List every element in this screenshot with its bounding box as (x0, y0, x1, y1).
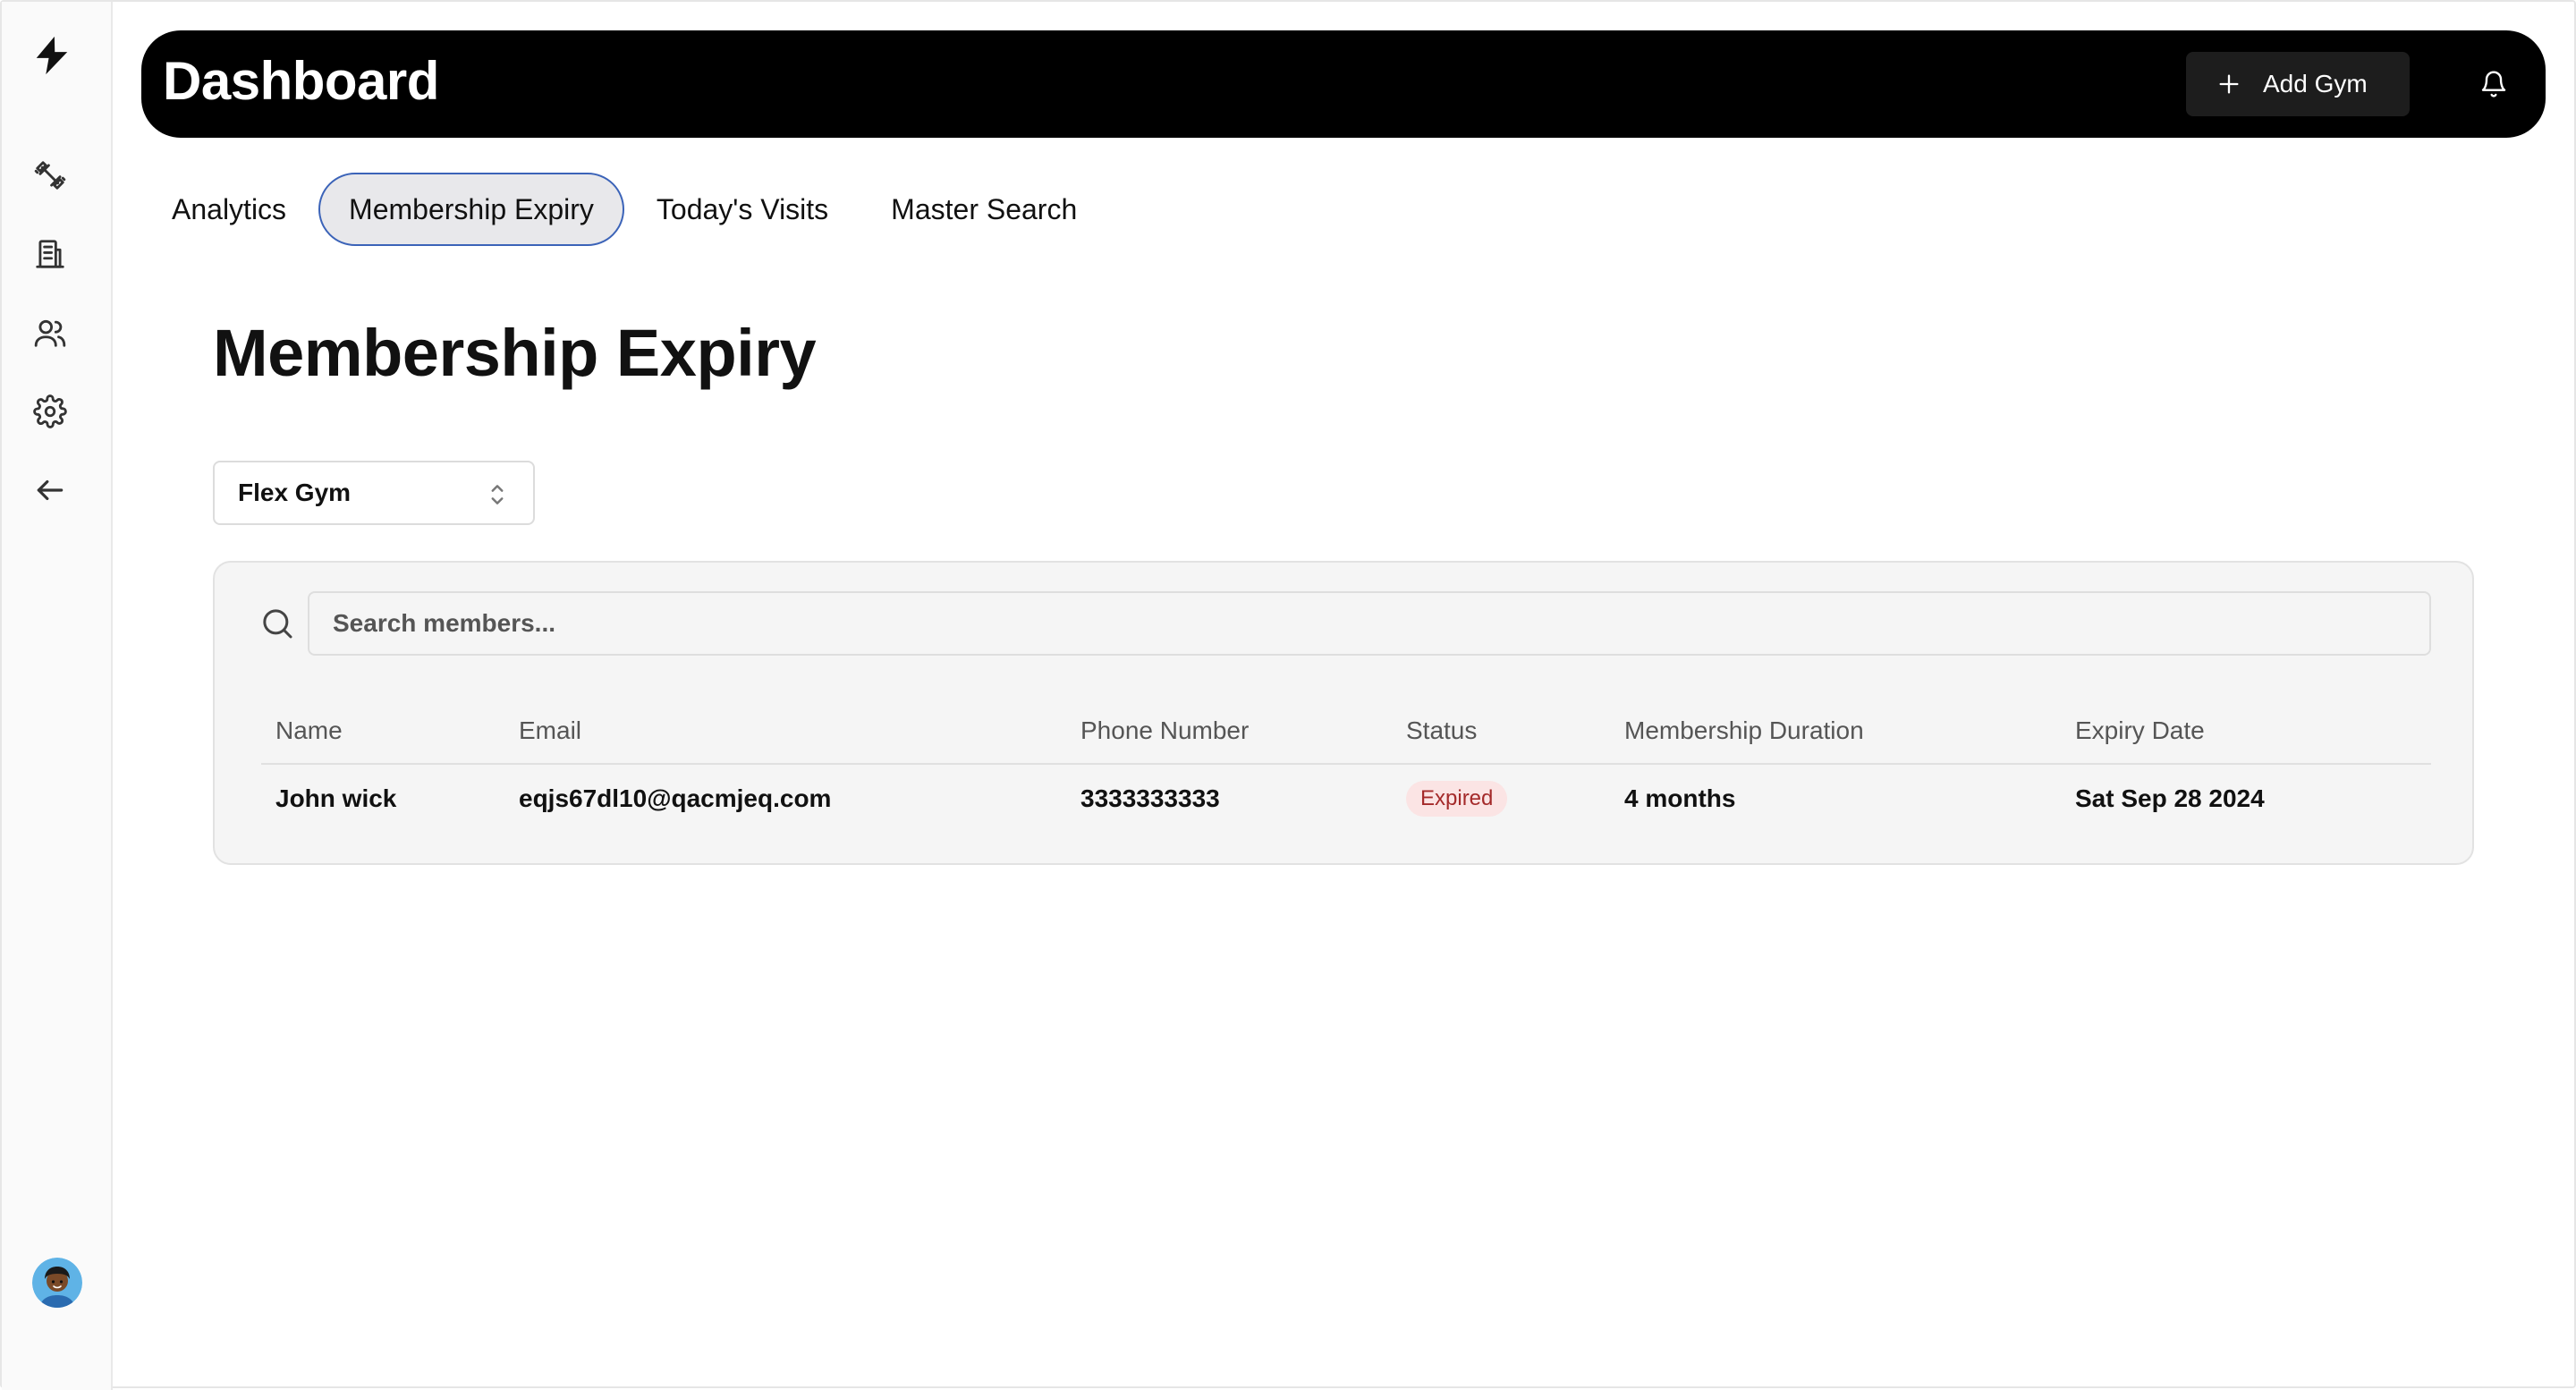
avatar[interactable] (32, 1258, 82, 1308)
cell-name: John wick (275, 784, 397, 812)
plus-icon (2219, 74, 2239, 94)
cell-duration: 4 months (1624, 784, 1736, 812)
cell-expiry: Sat Sep 28 2024 (2075, 784, 2265, 812)
column-header-phone[interactable]: Phone Number (1080, 697, 1249, 765)
tab-bar: Analytics Membership Expiry Today's Visi… (141, 172, 1109, 247)
arrow-left-icon[interactable] (29, 469, 72, 512)
table-header: Name Email Phone Number Status Membershi… (261, 697, 2431, 765)
tab-analytics[interactable]: Analytics (141, 173, 317, 246)
members-table: Name Email Phone Number Status Membershi… (261, 697, 2431, 833)
chevron-up-down-icon (491, 485, 504, 504)
top-header: Dashboard Add Gym (141, 30, 2546, 138)
gym-select[interactable]: Flex Gym (213, 461, 535, 525)
tab-todays-visits[interactable]: Today's Visits (626, 173, 859, 246)
column-header-email[interactable]: Email (519, 697, 581, 765)
dumbbell-icon[interactable] (29, 154, 72, 197)
add-gym-button[interactable]: Add Gym (2186, 52, 2410, 116)
sidebar (2, 2, 113, 1390)
members-card: Name Email Phone Number Status Membershi… (213, 561, 2474, 865)
header-title: Dashboard (163, 51, 439, 111)
tab-master-search[interactable]: Master Search (860, 173, 1107, 246)
gym-select-value: Flex Gym (238, 479, 352, 506)
cell-status: Expired (1406, 765, 1508, 833)
search-members-input[interactable] (308, 591, 2431, 656)
search-icon (263, 609, 292, 639)
column-header-status[interactable]: Status (1406, 697, 1477, 765)
column-header-duration[interactable]: Membership Duration (1624, 697, 1864, 765)
bell-icon[interactable] (2470, 61, 2517, 107)
cell-phone: 3333333333 (1080, 784, 1220, 812)
building-icon[interactable] (29, 233, 72, 275)
cell-email: eqjs67dl10@qacmjeq.com (519, 784, 832, 812)
bolt-logo-icon[interactable] (30, 34, 73, 77)
status-badge: Expired (1406, 781, 1508, 817)
add-gym-label: Add Gym (2263, 70, 2368, 97)
page-title: Membership Expiry (213, 316, 817, 390)
column-header-expiry[interactable]: Expiry Date (2075, 697, 2205, 765)
tab-membership-expiry[interactable]: Membership Expiry (318, 173, 624, 246)
column-header-name[interactable]: Name (275, 697, 343, 765)
app-window: Dashboard Add Gym Analytics Membership E… (0, 0, 2576, 1390)
users-icon[interactable] (29, 311, 72, 354)
gear-icon[interactable] (29, 390, 72, 433)
table-row[interactable]: John wick eqjs67dl10@qacmjeq.com 3333333… (261, 765, 2431, 833)
